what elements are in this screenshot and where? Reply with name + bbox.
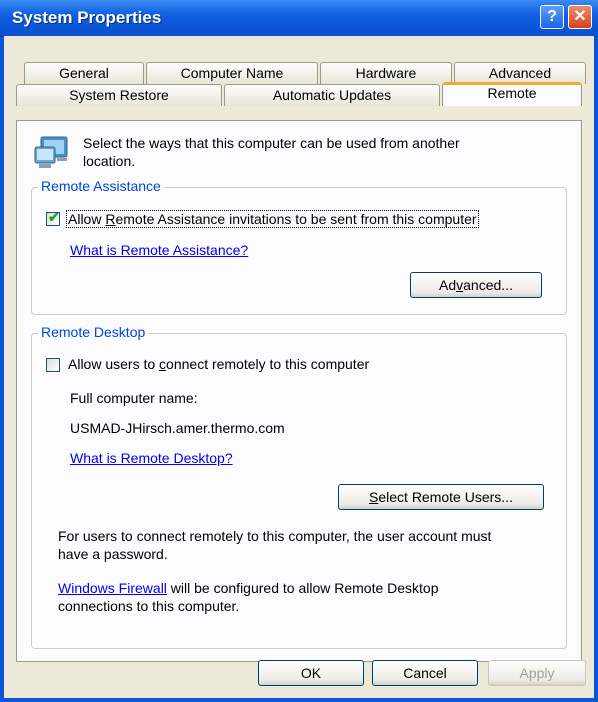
tab-label: Computer Name [180, 65, 284, 81]
tab-label: Automatic Updates [272, 87, 392, 103]
firewall-note-line2: connections to this computer. [58, 598, 240, 614]
help-icon: ? [547, 8, 557, 25]
what-is-remote-assistance-link[interactable]: What is Remote Assistance? [70, 242, 248, 258]
allow-remote-assistance-checkbox[interactable]: ✔ [46, 209, 60, 226]
remote-tab-panel: Select the ways that this computer can b… [16, 120, 582, 662]
tab-computer-name[interactable]: Computer Name [146, 62, 318, 84]
firewall-note-line1: Windows Firewall will be configured to a… [58, 580, 439, 596]
tab-label: System Restore [69, 87, 169, 103]
remote-desktop-group: Remote Desktop Allow users to connect re… [31, 324, 567, 649]
tab-advanced[interactable]: Advanced [454, 62, 586, 84]
what-is-remote-desktop-link[interactable]: What is Remote Desktop? [70, 450, 233, 466]
system-properties-window: System Properties ? ✕ General Computer N… [0, 0, 598, 702]
password-note-line2: have a password. [58, 546, 168, 562]
tab-remote[interactable]: Remote [442, 82, 582, 106]
remote-desktop-label: Remote Desktop [38, 324, 149, 340]
remote-assistance-label: Remote Assistance [38, 178, 164, 194]
select-remote-users-button[interactable]: Select Remote Users... [338, 484, 544, 510]
tab-automatic-updates[interactable]: Automatic Updates [224, 84, 440, 106]
checkmark-icon: ✔ [48, 209, 60, 225]
allow-remote-assistance-label[interactable]: Allow Remote Assistance invitations to b… [66, 210, 479, 228]
apply-button[interactable]: Apply [488, 660, 586, 686]
remote-computer-icon [33, 135, 73, 171]
advanced-button[interactable]: Advanced... [410, 272, 542, 298]
help-button[interactable]: ? [540, 5, 564, 29]
title-bar[interactable]: System Properties ? ✕ [0, 0, 598, 37]
tab-label: General [59, 65, 109, 81]
tab-label: Hardware [355, 65, 417, 81]
ok-button[interactable]: OK [258, 660, 364, 686]
tab-system-restore[interactable]: System Restore [16, 84, 222, 106]
intro-text-line2: location. [83, 153, 136, 169]
allow-remote-desktop-label[interactable]: Allow users to connect remotely to this … [68, 356, 369, 372]
intro-text-line1: Select the ways that this computer can b… [83, 135, 460, 151]
remote-assistance-group: Remote Assistance ✔ Allow Remote Assista… [31, 178, 567, 315]
tab-label: Advanced [488, 65, 552, 81]
allow-remote-desktop-checkbox[interactable] [46, 358, 60, 372]
close-icon: ✕ [573, 8, 587, 25]
full-computer-name-label: Full computer name: [70, 390, 198, 406]
password-note-line1: For users to connect remotely to this co… [58, 528, 492, 544]
dialog-client: General Computer Name Hardware Advanced … [4, 36, 594, 698]
window-title: System Properties [12, 8, 162, 27]
cancel-button[interactable]: Cancel [372, 660, 478, 686]
windows-firewall-link[interactable]: Windows Firewall [58, 580, 167, 596]
tab-general[interactable]: General [24, 62, 144, 84]
close-button[interactable]: ✕ [568, 5, 592, 29]
tab-label: Remote [487, 85, 537, 101]
full-computer-name-value: USMAD-JHirsch.amer.thermo.com [70, 420, 285, 436]
tab-hardware[interactable]: Hardware [320, 62, 452, 84]
